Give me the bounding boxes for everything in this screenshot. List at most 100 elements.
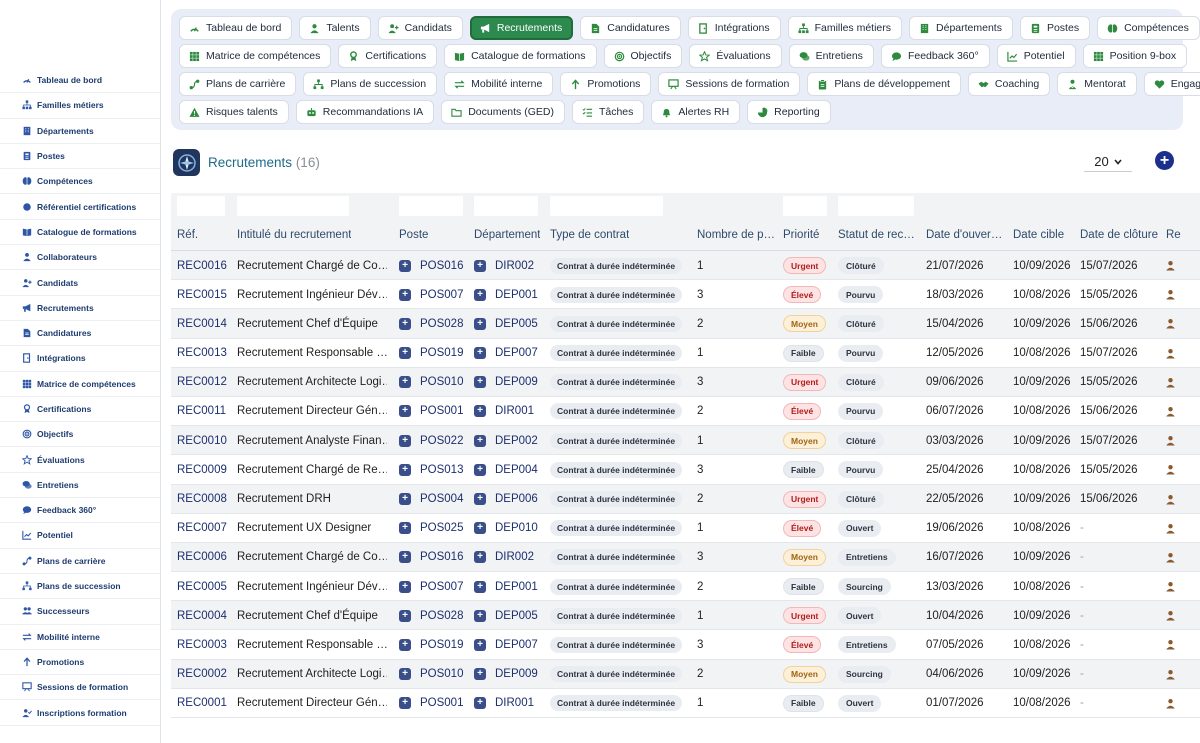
sidebar-item-postes[interactable]: Postes bbox=[0, 144, 160, 170]
poste-link[interactable]: POS025 bbox=[420, 522, 463, 534]
nav-tab-recommandations-ia[interactable]: Recommandations IA bbox=[295, 100, 435, 124]
nav-tab-int-grations[interactable]: Intégrations bbox=[687, 16, 781, 40]
ref-cell[interactable]: REC0013 bbox=[177, 339, 235, 368]
departement-link[interactable]: DIR002 bbox=[495, 260, 534, 272]
nav-tab-engagement[interactable]: Engagement bbox=[1143, 72, 1200, 96]
column-header[interactable]: Priorité bbox=[783, 229, 819, 241]
sidebar-item-mobilit-interne[interactable]: Mobilité interne bbox=[0, 625, 160, 650]
poste-link[interactable]: POS013 bbox=[420, 464, 463, 476]
expand-plus-icon[interactable]: + bbox=[399, 580, 411, 593]
poste-link[interactable]: POS004 bbox=[420, 493, 463, 505]
table-row[interactable]: REC0013 Recrutement Responsable … + POS019 +… bbox=[171, 339, 1200, 368]
sidebar-item-candidatures[interactable]: Candidatures bbox=[0, 321, 160, 347]
column-header[interactable]: Poste bbox=[399, 229, 428, 241]
expand-plus-icon[interactable]: + bbox=[399, 405, 411, 418]
departement-link[interactable]: DEP007 bbox=[495, 639, 538, 651]
expand-plus-icon[interactable]: + bbox=[399, 376, 411, 389]
sidebar-item-successeurs[interactable]: Successeurs bbox=[0, 599, 160, 625]
poste-link[interactable]: POS019 bbox=[420, 639, 463, 651]
poste-link[interactable]: POS001 bbox=[420, 405, 463, 417]
table-row[interactable]: REC0004 Recrutement Chef d'Équipe + POS028 +… bbox=[171, 601, 1200, 631]
user-icon[interactable] bbox=[1165, 581, 1176, 592]
filter-input-type-contrat[interactable] bbox=[550, 196, 663, 216]
nav-tab-mobilit-interne[interactable]: Mobilité interne bbox=[444, 72, 554, 96]
column-header[interactable]: Nombre de p… bbox=[697, 229, 775, 241]
expand-plus-icon[interactable]: + bbox=[399, 288, 411, 301]
poste-link[interactable]: POS016 bbox=[420, 260, 463, 272]
filter-input-departement[interactable] bbox=[474, 196, 538, 216]
table-row[interactable]: REC0006 Recrutement Chargé de Co… + POS016 +… bbox=[171, 542, 1200, 573]
sidebar-item-collaborateurs[interactable]: Collaborateurs bbox=[0, 245, 160, 271]
sidebar-item-familles-m-tiers[interactable]: Familles métiers bbox=[0, 93, 160, 119]
sidebar-item-objectifs[interactable]: Objectifs bbox=[0, 422, 160, 448]
nav-tab-certifications[interactable]: Certifications bbox=[338, 44, 438, 68]
expand-plus-icon[interactable]: + bbox=[399, 551, 411, 564]
nav-tab--valuations[interactable]: Évaluations bbox=[689, 44, 782, 68]
user-icon[interactable] bbox=[1165, 669, 1176, 680]
nav-tab-plans-de-carri-re[interactable]: Plans de carrière bbox=[179, 72, 297, 96]
expand-plus-icon[interactable]: + bbox=[399, 463, 411, 476]
nav-tab-talents[interactable]: Talents bbox=[299, 16, 371, 40]
poste-link[interactable]: POS010 bbox=[420, 668, 463, 680]
table-row[interactable]: REC0008 Recrutement DRH + POS004 + DEP006 Cont… bbox=[171, 484, 1200, 514]
sidebar-item-r-f-rentiel-certifications[interactable]: Référentiel certifications bbox=[0, 194, 160, 220]
table-row[interactable]: REC0012 Recrutement Architecte Logi… + POS0… bbox=[171, 367, 1200, 397]
expand-plus-icon[interactable]: + bbox=[474, 347, 486, 360]
nav-tab-postes[interactable]: Postes bbox=[1019, 16, 1091, 40]
departement-link[interactable]: DEP005 bbox=[495, 610, 538, 622]
table-row[interactable]: REC0011 Recrutement Directeur Gén… + POS001… bbox=[171, 397, 1200, 427]
table-row[interactable]: REC0001 Recrutement Directeur Gén… + POS001… bbox=[171, 689, 1200, 718]
expand-plus-icon[interactable]: + bbox=[474, 288, 486, 301]
user-icon[interactable] bbox=[1165, 523, 1176, 534]
expand-plus-icon[interactable]: + bbox=[474, 697, 486, 710]
nav-tab-risques-talents[interactable]: Risques talents bbox=[179, 100, 289, 124]
nav-tab-sessions-de-formation[interactable]: Sessions de formation bbox=[658, 72, 801, 96]
departement-link[interactable]: DEP005 bbox=[495, 318, 538, 330]
nav-tab-objectifs[interactable]: Objectifs bbox=[603, 44, 683, 68]
departement-link[interactable]: DEP001 bbox=[495, 581, 538, 593]
ref-cell[interactable]: REC0001 bbox=[177, 689, 235, 718]
nav-tab-entretiens[interactable]: Entretiens bbox=[788, 44, 874, 68]
nav-tab-promotions[interactable]: Promotions bbox=[560, 72, 652, 96]
expand-plus-icon[interactable]: + bbox=[474, 376, 486, 389]
table-row[interactable]: REC0002 Recrutement Architecte Logi… + POS0… bbox=[171, 659, 1200, 689]
poste-link[interactable]: POS019 bbox=[420, 347, 463, 359]
ref-cell[interactable]: REC0007 bbox=[177, 514, 235, 543]
poste-link[interactable]: POS001 bbox=[420, 697, 463, 709]
sidebar-item-inscriptions-formation[interactable]: Inscriptions formation bbox=[0, 700, 160, 726]
filter-input-statut[interactable] bbox=[838, 196, 914, 216]
sidebar-item-comp-tences[interactable]: Compétences bbox=[0, 169, 160, 195]
departement-link[interactable]: DIR002 bbox=[495, 551, 534, 563]
expand-plus-icon[interactable]: + bbox=[399, 522, 411, 535]
nav-tab-tableau-de-bord[interactable]: Tableau de bord bbox=[179, 16, 293, 40]
user-icon[interactable] bbox=[1165, 348, 1176, 359]
nav-tab-reporting[interactable]: Reporting bbox=[747, 100, 831, 124]
ref-cell[interactable]: REC0004 bbox=[177, 601, 235, 630]
expand-plus-icon[interactable]: + bbox=[474, 580, 486, 593]
ref-cell[interactable]: REC0014 bbox=[177, 309, 235, 338]
expand-plus-icon[interactable]: + bbox=[474, 638, 486, 651]
sidebar-item-d-partements[interactable]: Départements bbox=[0, 119, 160, 144]
table-row[interactable]: REC0005 Recrutement Ingénieur Dév… + POS007… bbox=[171, 572, 1200, 602]
expand-plus-icon[interactable]: + bbox=[399, 638, 411, 651]
sidebar-item-catalogue-de-formations[interactable]: Catalogue de formations bbox=[0, 220, 160, 246]
sidebar-item-plans-de-succession[interactable]: Plans de succession bbox=[0, 574, 160, 600]
poste-link[interactable]: POS010 bbox=[420, 376, 463, 388]
ref-cell[interactable]: REC0010 bbox=[177, 426, 235, 455]
departement-link[interactable]: DEP009 bbox=[495, 668, 538, 680]
expand-plus-icon[interactable]: + bbox=[399, 493, 411, 505]
filter-input-intitule[interactable] bbox=[237, 196, 349, 216]
nav-tab-candidatures[interactable]: Candidatures bbox=[580, 16, 681, 40]
table-row[interactable]: REC0015 Recrutement Ingénieur Dév… + POS007… bbox=[171, 280, 1200, 310]
sidebar-item-matrice-de-comp-tences[interactable]: Matrice de compétences bbox=[0, 372, 160, 397]
column-header[interactable]: Réf. bbox=[177, 229, 198, 241]
add-record-button[interactable]: + bbox=[1155, 151, 1174, 170]
sidebar-item-sessions-de-formation[interactable]: Sessions de formation bbox=[0, 675, 160, 701]
departement-link[interactable]: DEP006 bbox=[495, 493, 538, 505]
nav-tab-catalogue-de-formations[interactable]: Catalogue de formations bbox=[444, 44, 597, 68]
nav-tab-position-9-box[interactable]: Position 9-box bbox=[1082, 44, 1188, 68]
column-header[interactable]: Date de clôture bbox=[1080, 229, 1158, 241]
expand-plus-icon[interactable]: + bbox=[474, 259, 486, 272]
expand-plus-icon[interactable]: + bbox=[399, 434, 411, 447]
expand-plus-icon[interactable]: + bbox=[474, 463, 486, 476]
